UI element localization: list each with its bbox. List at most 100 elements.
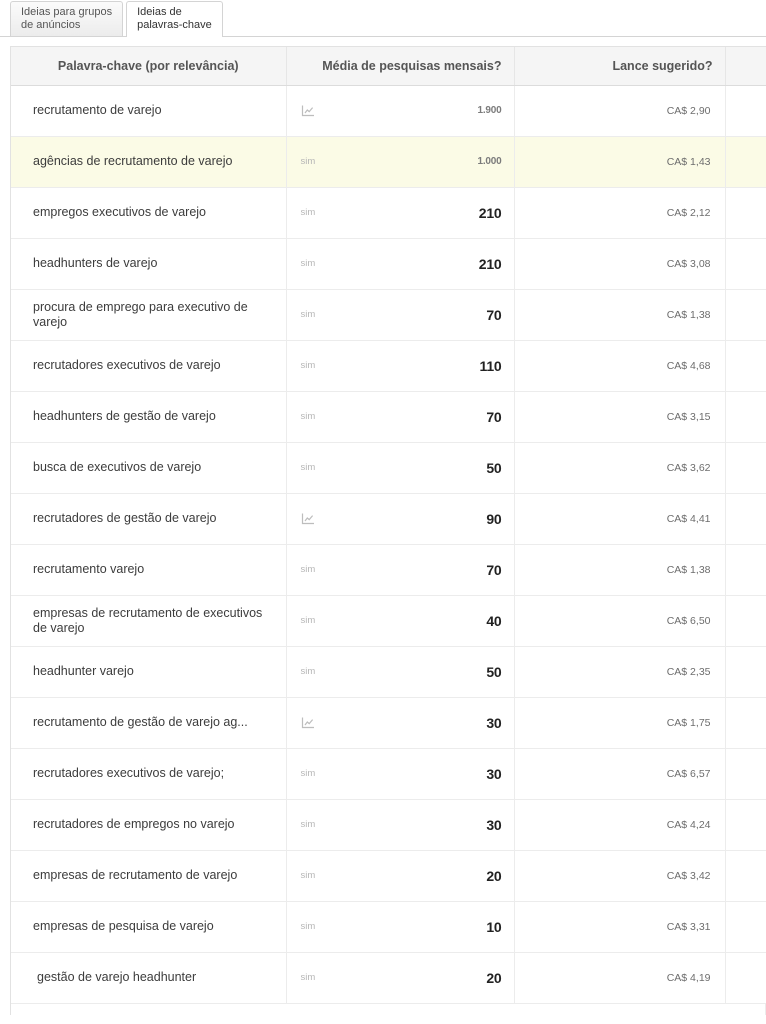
cell-keyword[interactable]: recrutamento varejo <box>11 544 287 596</box>
table-row[interactable]: empresas de recrutamento de varejo sim 20 C… <box>11 850 766 902</box>
cell-keyword[interactable]: headhunter varejo <box>11 646 287 698</box>
cell-action-spacer[interactable] <box>725 646 766 698</box>
cell-keyword[interactable]: recrutadores de gestão de varejo <box>11 493 287 545</box>
cell-monthly-searches: sim 1.000 <box>286 136 515 188</box>
next-row-partial <box>10 1003 766 1015</box>
tab-keyword-ideas[interactable]: Ideias de palavras-chave <box>126 1 223 38</box>
column-header-suggested-bid[interactable]: Lance sugerido? <box>514 47 726 86</box>
column-header-monthly-searches[interactable]: Média de pesquisas mensais? <box>286 47 515 86</box>
table-header-row: Palavra-chave (por relevância) Média de … <box>11 47 766 86</box>
cell-monthly-searches: sim 20 <box>286 850 515 902</box>
volume-indicator-chart[interactable] <box>301 717 321 729</box>
trend-chart-icon[interactable] <box>301 105 315 117</box>
cell-action-spacer[interactable] <box>725 340 766 392</box>
cell-action-spacer[interactable] <box>725 952 766 1004</box>
table-row[interactable]: recrutamento varejo sim 70 CA$ 1,38 <box>11 544 766 596</box>
tab-label: Ideias de palavras-chave <box>137 6 212 31</box>
volume-value: 210 <box>478 255 502 272</box>
cell-monthly-searches: sim 70 <box>286 391 515 443</box>
volume-indicator-chart[interactable] <box>301 513 321 525</box>
cell-keyword[interactable]: busca de executivos de varejo <box>11 442 287 494</box>
table-row[interactable]: empresas de pesquisa de varejo sim 10 CA$ 3… <box>11 901 766 953</box>
table-row[interactable]: recrutadores executivos de varejo sim 110 C… <box>11 340 766 392</box>
volume-value: 1.900 <box>477 105 502 116</box>
table-row[interactable]: agências de recrutamento de varejo sim 1.0… <box>11 136 766 188</box>
cell-keyword[interactable]: recrutamento de varejo <box>11 85 287 137</box>
cell-suggested-bid: CA$ 2,90 <box>514 85 726 137</box>
table-row[interactable]: headhunters de gestão de varejo sim 70 CA$ … <box>11 391 766 443</box>
cell-keyword[interactable]: recrutamento de gestão de varejo ag... <box>11 697 287 749</box>
cell-monthly-searches: sim 70 <box>286 544 515 596</box>
cell-action-spacer[interactable] <box>725 493 766 545</box>
cell-keyword[interactable]: recrutadores executivos de varejo <box>11 340 287 392</box>
cell-keyword[interactable]: gestão de varejo headhunter <box>11 952 287 1004</box>
cell-action-spacer[interactable] <box>725 901 766 953</box>
cell-monthly-searches: 1.900 <box>286 85 515 137</box>
cell-monthly-searches: sim 110 <box>286 340 515 392</box>
cell-keyword[interactable]: empregos executivos de varejo <box>11 187 287 239</box>
table-row[interactable]: recrutadores executivos de varejo; sim 30 C… <box>11 748 766 800</box>
volume-indicator-label: sim <box>300 462 316 473</box>
cell-action-spacer[interactable] <box>725 442 766 494</box>
tab-ad-group-ideas[interactable]: Ideias para grupos de anúncios <box>10 1 124 36</box>
cell-action-spacer[interactable] <box>725 850 766 902</box>
volume-value: 40 <box>486 612 502 629</box>
cell-suggested-bid: CA$ 3,31 <box>514 901 726 953</box>
cell-suggested-bid: CA$ 2,35 <box>514 646 726 698</box>
cell-action-spacer[interactable] <box>725 136 766 188</box>
cell-suggested-bid: CA$ 3,42 <box>514 850 726 902</box>
cell-action-spacer[interactable] <box>725 697 766 749</box>
volume-indicator-label: sim <box>300 309 316 320</box>
volume-value: 50 <box>486 663 502 680</box>
table-row[interactable]: empregos executivos de varejo sim 210 CA$ 2… <box>11 187 766 239</box>
volume-indicator-label: sim <box>300 615 316 626</box>
cell-action-spacer[interactable] <box>725 238 766 290</box>
trend-chart-icon[interactable] <box>301 513 315 525</box>
cell-action-spacer[interactable] <box>725 289 766 341</box>
trend-chart-icon[interactable] <box>301 717 315 729</box>
cell-keyword[interactable]: agências de recrutamento de varejo <box>11 136 287 188</box>
keyword-planner-page: Ideias para grupos de anúncios Ideias de … <box>0 0 766 1024</box>
table-row[interactable]: empresas de recrutamento de executivos d… <box>11 595 766 647</box>
cell-keyword[interactable]: recrutadores executivos de varejo; <box>11 748 287 800</box>
cell-action-spacer[interactable] <box>725 595 766 647</box>
table-row[interactable]: procura de emprego para executivo de var… <box>11 289 766 341</box>
cell-action-spacer[interactable] <box>725 85 766 137</box>
cell-action-spacer[interactable] <box>725 748 766 800</box>
volume-indicator-label: sim <box>300 207 316 218</box>
table-row[interactable]: busca de executivos de varejo sim 50 CA$ 3,… <box>11 442 766 494</box>
volume-indicator-label: sim <box>300 411 316 422</box>
volume-indicator-chart[interactable] <box>301 105 321 117</box>
volume-value: 70 <box>486 306 502 323</box>
cell-keyword[interactable]: empresas de recrutamento de varejo <box>11 850 287 902</box>
cell-keyword[interactable]: recrutadores de empregos no varejo <box>11 799 287 851</box>
cell-monthly-searches: sim 50 <box>286 442 515 494</box>
table-row[interactable]: recrutamento de varejo 1.900 CA$ 2,90 <box>11 85 766 137</box>
volume-value: 20 <box>486 867 502 884</box>
tab-label: Ideias para grupos de anúncios <box>21 6 113 31</box>
volume-indicator-label: sim <box>300 768 316 779</box>
table-row[interactable]: recrutadores de gestão de varejo 90 CA$ 4,… <box>11 493 766 545</box>
volume-value: 30 <box>486 816 502 833</box>
table-row[interactable]: recrutadores de empregos no varejo sim 30 C… <box>11 799 766 851</box>
table-row[interactable]: headhunters de varejo sim 210 CA$ 3,08 <box>11 238 766 290</box>
cell-keyword[interactable]: empresas de recrutamento de executivos d… <box>11 595 287 647</box>
cell-action-spacer[interactable] <box>725 391 766 443</box>
cell-keyword[interactable]: headhunters de varejo <box>11 238 287 290</box>
cell-action-spacer[interactable] <box>725 799 766 851</box>
cell-monthly-searches: sim 70 <box>286 289 515 341</box>
volume-value: 20 <box>486 969 502 986</box>
column-header-keyword[interactable]: Palavra-chave (por relevância) <box>11 47 287 86</box>
cell-action-spacer[interactable] <box>725 187 766 239</box>
cell-keyword[interactable]: procura de emprego para executivo de var… <box>11 289 287 341</box>
table-row[interactable]: gestão de varejo headhunter sim 20 CA$ 4,19 <box>11 952 766 1004</box>
volume-value: 110 <box>479 357 502 374</box>
cell-action-spacer[interactable] <box>725 544 766 596</box>
cell-suggested-bid: CA$ 3,62 <box>514 442 726 494</box>
cell-keyword[interactable]: empresas de pesquisa de varejo <box>11 901 287 953</box>
table-row[interactable]: headhunter varejo sim 50 CA$ 2,35 <box>11 646 766 698</box>
volume-indicator-label: sim <box>300 972 316 983</box>
cell-keyword[interactable]: headhunters de gestão de varejo <box>11 391 287 443</box>
cell-monthly-searches: sim 210 <box>286 187 515 239</box>
table-row[interactable]: recrutamento de gestão de varejo ag... 30… <box>11 697 766 749</box>
